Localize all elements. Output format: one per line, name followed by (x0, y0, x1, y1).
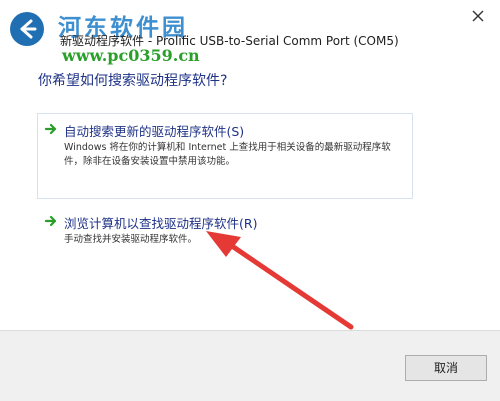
dialog-footer: 取消 (0, 330, 500, 401)
cancel-button[interactable]: 取消 (405, 355, 487, 381)
